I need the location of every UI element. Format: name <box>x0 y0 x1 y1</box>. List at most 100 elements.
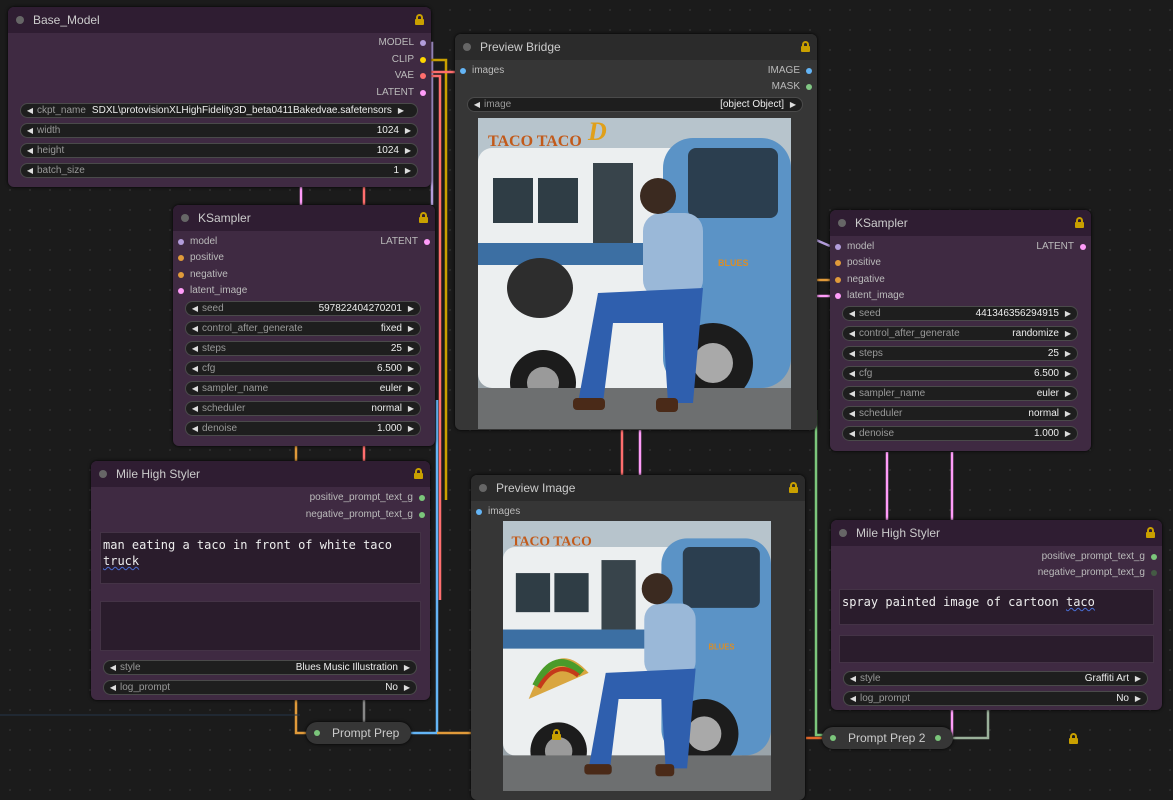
collapse-dot-icon[interactable] <box>839 529 847 537</box>
collapse-dot-icon[interactable] <box>181 214 189 222</box>
lock-icon[interactable] <box>415 14 424 25</box>
arrow-right-icon[interactable]: ▶ <box>403 126 413 135</box>
input-model[interactable]: model <box>835 240 874 254</box>
lock-icon[interactable] <box>1075 217 1084 228</box>
arrow-right-icon[interactable]: ▶ <box>396 106 406 115</box>
input-positive[interactable]: positive <box>178 251 224 265</box>
base-model-header[interactable]: Base_Model <box>8 7 431 33</box>
input-pin-icon[interactable] <box>314 730 320 736</box>
sampler-name-combo[interactable]: ◀ sampler_name euler ▶ <box>842 386 1078 401</box>
height-number[interactable]: ◀ height 1024 ▶ <box>20 143 418 158</box>
lock-icon[interactable] <box>1069 733 1078 744</box>
lock-icon[interactable] <box>801 41 810 52</box>
arrow-left-icon[interactable]: ◀ <box>108 663 118 672</box>
output-negative-prompt[interactable]: negative_prompt_text_g <box>306 508 425 522</box>
image-combo[interactable]: ◀ image [object Object] ▶ <box>467 97 803 112</box>
arrow-left-icon[interactable]: ◀ <box>847 389 857 398</box>
lock-icon[interactable] <box>552 729 561 740</box>
arrow-left-icon[interactable]: ◀ <box>190 404 200 413</box>
style-combo[interactable]: ◀ style Blues Music Illustration ▶ <box>103 660 417 675</box>
input-latent-image[interactable]: latent_image <box>835 289 904 303</box>
style-combo[interactable]: ◀ style Graffiti Art ▶ <box>843 671 1148 686</box>
arrow-right-icon[interactable]: ▶ <box>406 424 416 433</box>
arrow-right-icon[interactable]: ▶ <box>1063 389 1073 398</box>
positive-prompt-textarea[interactable]: man eating a taco in front of white taco… <box>100 532 421 584</box>
arrow-right-icon[interactable]: ▶ <box>406 404 416 413</box>
arrow-right-icon[interactable]: ▶ <box>1063 369 1073 378</box>
negative-prompt-textarea[interactable] <box>100 601 421 651</box>
arrow-right-icon[interactable]: ▶ <box>1063 329 1073 338</box>
output-latent[interactable]: LATENT <box>1036 240 1086 254</box>
positive-prompt-textarea[interactable]: spray painted image of cartoon taco <box>839 589 1154 625</box>
arrow-right-icon[interactable]: ▶ <box>1133 674 1143 683</box>
log-prompt-combo[interactable]: ◀ log_prompt No ▶ <box>843 691 1148 706</box>
base-model-node[interactable]: Base_Model MODEL CLIP VAE LATENT ◀ ckpt_n… <box>8 7 431 187</box>
arrow-left-icon[interactable]: ◀ <box>848 694 858 703</box>
arrow-left-icon[interactable]: ◀ <box>190 304 200 313</box>
arrow-right-icon[interactable]: ▶ <box>406 384 416 393</box>
log-prompt-combo[interactable]: ◀ log_prompt No ▶ <box>103 680 417 695</box>
arrow-right-icon[interactable]: ▶ <box>406 304 416 313</box>
arrow-left-icon[interactable]: ◀ <box>190 324 200 333</box>
arrow-left-icon[interactable]: ◀ <box>190 384 200 393</box>
output-positive-prompt[interactable]: positive_prompt_text_g <box>310 491 425 505</box>
arrow-right-icon[interactable]: ▶ <box>1063 309 1073 318</box>
denoise-number[interactable]: ◀ denoise 1.000 ▶ <box>185 421 421 436</box>
sampler-name-combo[interactable]: ◀ sampler_name euler ▶ <box>185 381 421 396</box>
arrow-left-icon[interactable]: ◀ <box>25 106 35 115</box>
collapse-dot-icon[interactable] <box>838 219 846 227</box>
arrow-left-icon[interactable]: ◀ <box>847 429 857 438</box>
output-pin-icon[interactable] <box>935 735 942 741</box>
collapse-dot-icon[interactable] <box>16 16 24 24</box>
preview-output-image[interactable]: TACO TACO BLUES <box>503 521 771 791</box>
output-vae[interactable]: VAE <box>395 69 426 83</box>
output-positive-prompt[interactable]: positive_prompt_text_g <box>1042 550 1157 564</box>
ksampler-header[interactable]: KSampler <box>173 205 435 231</box>
styler-header[interactable]: Mile High Styler <box>91 461 430 487</box>
preview-bridge-header[interactable]: Preview Bridge <box>455 34 817 60</box>
styler-header[interactable]: Mile High Styler <box>831 520 1162 546</box>
arrow-left-icon[interactable]: ◀ <box>847 409 857 418</box>
prompt-prep-2-node[interactable]: Prompt Prep 2 <box>822 727 954 749</box>
arrow-right-icon[interactable]: ▶ <box>1133 694 1143 703</box>
control-after-generate-combo[interactable]: ◀ control_after_generate fixed ▶ <box>185 321 421 336</box>
arrow-left-icon[interactable]: ◀ <box>472 100 482 109</box>
input-latent-image[interactable]: latent_image <box>178 284 247 298</box>
control-after-generate-combo[interactable]: ◀ control_after_generate randomize ▶ <box>842 326 1078 341</box>
ksampler-node-1[interactable]: KSampler model positive negative latent_… <box>173 205 435 446</box>
steps-number[interactable]: ◀ steps 25 ▶ <box>185 341 421 356</box>
preview-image-header[interactable]: Preview Image <box>471 475 805 501</box>
mile-high-styler-node-1[interactable]: Mile High Styler positive_prompt_text_g … <box>91 461 430 700</box>
arrow-left-icon[interactable]: ◀ <box>190 344 200 353</box>
arrow-left-icon[interactable]: ◀ <box>847 329 857 338</box>
arrow-right-icon[interactable]: ▶ <box>402 683 412 692</box>
lock-icon[interactable] <box>419 212 428 223</box>
arrow-left-icon[interactable]: ◀ <box>847 309 857 318</box>
output-model[interactable]: MODEL <box>378 36 426 50</box>
arrow-left-icon[interactable]: ◀ <box>190 364 200 373</box>
preview-bridge-node[interactable]: Preview Bridge images IMAGE MASK ◀ image[… <box>455 34 817 430</box>
input-model[interactable]: model <box>178 235 217 249</box>
input-pin-icon[interactable] <box>830 735 836 741</box>
denoise-number[interactable]: ◀ denoise 1.000 ▶ <box>842 426 1078 441</box>
batch-size-number[interactable]: ◀ batch_size 1 ▶ <box>20 163 418 178</box>
ckpt-name-combo[interactable]: ◀ ckpt_name SDXL\protovisionXLHighFidelity… <box>20 103 418 118</box>
arrow-left-icon[interactable]: ◀ <box>25 146 35 155</box>
arrow-left-icon[interactable]: ◀ <box>190 424 200 433</box>
ksampler-node-2[interactable]: KSampler model positive negative latent_… <box>830 210 1091 451</box>
input-negative[interactable]: negative <box>835 273 885 287</box>
arrow-right-icon[interactable]: ▶ <box>403 146 413 155</box>
scheduler-combo[interactable]: ◀ scheduler normal ▶ <box>185 401 421 416</box>
arrow-left-icon[interactable]: ◀ <box>25 126 35 135</box>
ksampler-header[interactable]: KSampler <box>830 210 1091 236</box>
input-negative[interactable]: negative <box>178 268 228 282</box>
arrow-left-icon[interactable]: ◀ <box>847 369 857 378</box>
arrow-right-icon[interactable]: ▶ <box>1063 409 1073 418</box>
output-clip[interactable]: CLIP <box>392 53 426 67</box>
input-images[interactable]: images <box>460 64 504 78</box>
scheduler-combo[interactable]: ◀ scheduler normal ▶ <box>842 406 1078 421</box>
arrow-left-icon[interactable]: ◀ <box>847 349 857 358</box>
steps-number[interactable]: ◀ steps 25 ▶ <box>842 346 1078 361</box>
output-negative-prompt[interactable]: negative_prompt_text_g <box>1038 566 1157 580</box>
output-mask[interactable]: MASK <box>772 80 812 94</box>
